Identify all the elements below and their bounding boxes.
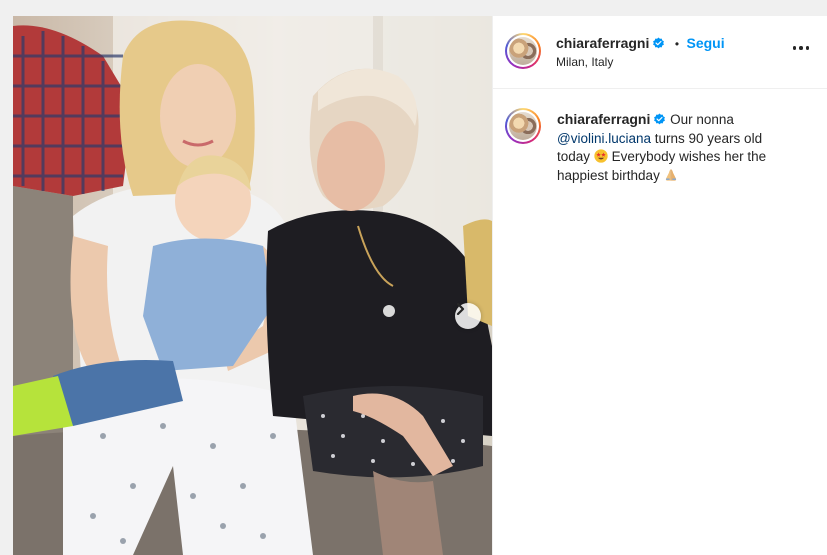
post-photo[interactable] xyxy=(13,16,492,555)
verified-badge-icon xyxy=(654,113,666,125)
post-side-panel: chiaraferragni • Segui Milan, Italy chia… xyxy=(492,16,827,555)
separator-dot: • xyxy=(674,37,680,51)
caption-username[interactable]: chiaraferragni xyxy=(557,111,650,127)
caption-mention[interactable]: @violini.luciana xyxy=(557,131,651,146)
author-avatar[interactable] xyxy=(505,33,541,69)
caption-text-1: Our nonna xyxy=(670,112,734,127)
author-line: chiaraferragni • Segui xyxy=(556,35,725,53)
post-caption: chiaraferragni Our nonna @violini.lucian… xyxy=(557,110,797,185)
caption-avatar[interactable] xyxy=(505,108,541,144)
star-struck-emoji-icon xyxy=(594,149,608,163)
verified-badge-icon xyxy=(653,37,665,49)
more-options-icon[interactable] xyxy=(792,46,809,50)
post-header: chiaraferragni • Segui Milan, Italy xyxy=(493,16,827,89)
author-username[interactable]: chiaraferragni xyxy=(556,35,649,51)
follow-button[interactable]: Segui xyxy=(686,35,724,51)
post-location[interactable]: Milan, Italy xyxy=(556,55,613,69)
next-photo-button[interactable] xyxy=(455,303,481,329)
chevron-right-icon xyxy=(456,303,465,315)
post-photo-illustration xyxy=(13,16,492,555)
post-dialog: chiaraferragni • Segui Milan, Italy chia… xyxy=(13,16,827,555)
folded-hands-emoji-icon xyxy=(665,168,676,181)
